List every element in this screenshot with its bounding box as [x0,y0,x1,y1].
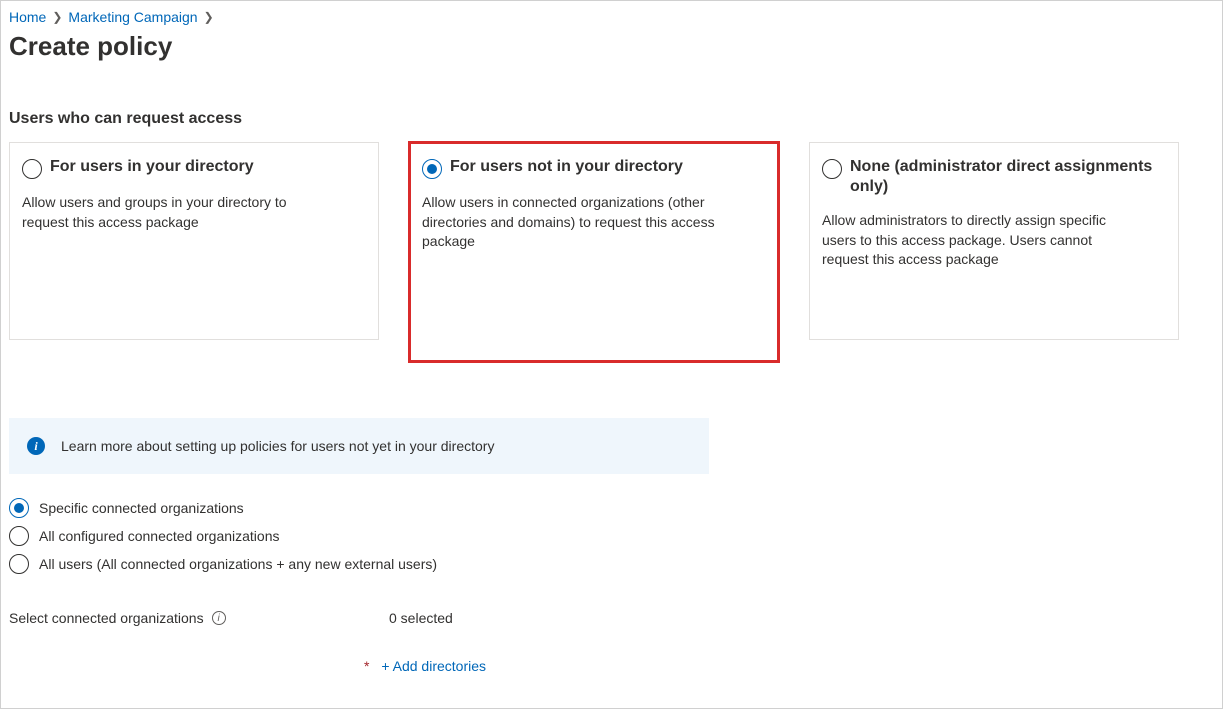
radio-all-configured-orgs[interactable]: All configured connected organizations [9,526,1210,546]
radio-label: All users (All connected organizations +… [39,556,437,572]
card-description: Allow users and groups in your directory… [22,193,322,232]
required-marker: * [364,658,369,674]
card-title: None (administrator direct assignments o… [850,157,1164,197]
breadcrumb: Home ❯ Marketing Campaign ❯ [9,9,1210,25]
radio-icon [9,554,29,574]
selected-count: 0 selected [389,610,453,626]
help-icon[interactable]: i [212,611,226,625]
card-description: Allow administrators to directly assign … [822,211,1122,270]
scope-radio-group: Specific connected organizations All con… [9,498,1210,574]
breadcrumb-campaign[interactable]: Marketing Campaign [68,9,197,25]
info-banner[interactable]: i Learn more about setting up policies f… [9,418,709,474]
radio-label: All configured connected organizations [39,528,280,544]
section-heading-users: Users who can request access [9,110,1210,128]
breadcrumb-home[interactable]: Home [9,9,46,25]
info-banner-text: Learn more about setting up policies for… [61,438,494,454]
radio-icon [22,159,42,179]
radio-specific-connected-orgs[interactable]: Specific connected organizations [9,498,1210,518]
card-description: Allow users in connected organizations (… [422,193,722,252]
radio-icon [9,498,29,518]
radio-icon [822,159,842,179]
card-title: For users not in your directory [450,157,683,177]
select-connected-orgs-label: Select connected organizations [9,610,204,626]
card-none-admin-only[interactable]: None (administrator direct assignments o… [809,142,1179,340]
request-scope-cards: For users in your directory Allow users … [9,142,1210,362]
radio-icon [9,526,29,546]
info-icon: i [27,437,45,455]
page-title: Create policy [9,31,1210,62]
chevron-right-icon: ❯ [52,10,62,24]
card-users-in-directory[interactable]: For users in your directory Allow users … [9,142,379,340]
card-title: For users in your directory [50,157,254,177]
chevron-right-icon: ❯ [204,10,214,24]
radio-label: Specific connected organizations [39,500,244,516]
radio-icon [422,159,442,179]
radio-all-users[interactable]: All users (All connected organizations +… [9,554,1210,574]
add-directories-link[interactable]: + Add directories [381,658,486,674]
card-users-not-in-directory[interactable]: For users not in your directory Allow us… [409,142,779,362]
